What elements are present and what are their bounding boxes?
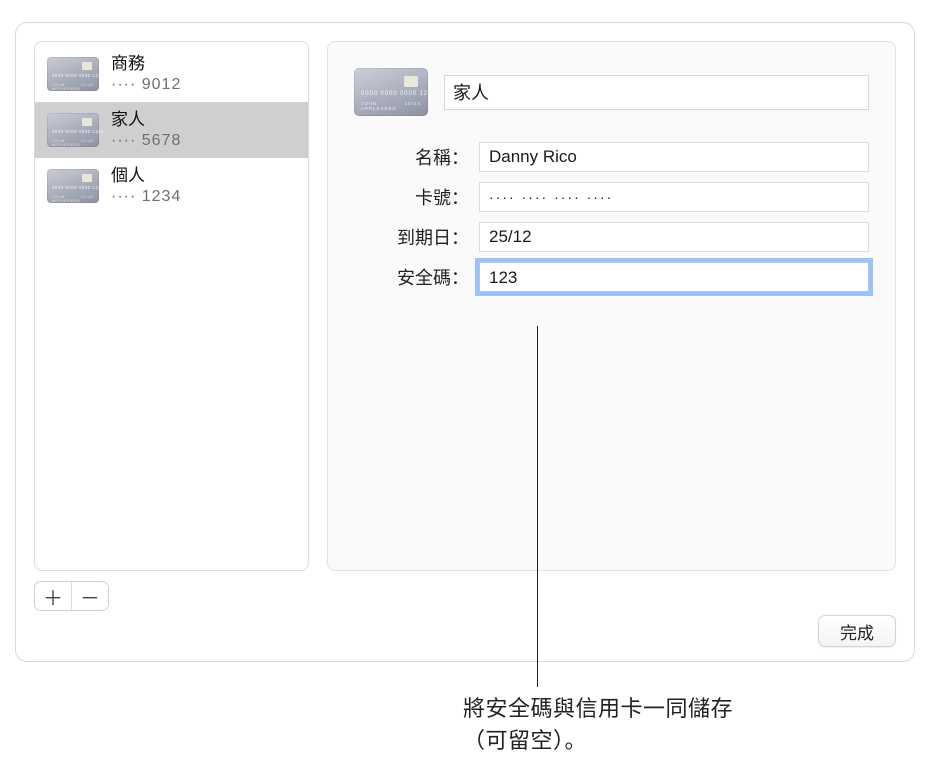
card-item-family[interactable]: 0000 0000 0000 1234 JOHN APPLESEED10/24 … (35, 102, 308, 158)
card-item-title: 商務 (111, 53, 181, 74)
remove-card-button[interactable]: － (72, 582, 108, 610)
content-row: 0000 0000 0000 1234 JOHN APPLESEED10/24 … (34, 41, 896, 571)
expiry-input[interactable] (479, 222, 869, 252)
title-row: 0000 0000 0000 1234 JOHN APPLESEED10/24 (354, 68, 869, 116)
card-item-subtitle: ···· 5678 (111, 131, 181, 151)
card-item-subtitle: ···· 1234 (111, 187, 181, 207)
card-item-subtitle: ···· 9012 (111, 75, 181, 95)
name-label: 名稱： (354, 144, 469, 170)
add-card-button[interactable]: ＋ (35, 582, 71, 610)
card-item-title: 家人 (111, 109, 181, 130)
form-rows: 名稱： 卡號： 到期日： 安全碼： 123 (354, 142, 869, 292)
cvv-label: 安全碼： (354, 264, 469, 290)
credit-card-large-icon: 0000 0000 0000 1234 JOHN APPLESEED10/24 (354, 68, 428, 116)
card-detail-panel: 0000 0000 0000 1234 JOHN APPLESEED10/24 … (327, 41, 896, 571)
callout-line-1: 將安全碼與信用卡一同儲存 (463, 696, 733, 721)
expiry-label: 到期日： (354, 224, 469, 250)
callout-leader-line (537, 326, 538, 687)
credit-card-icon: 0000 0000 0000 1234 JOHN APPLESEED10/24 (47, 57, 99, 91)
cvv-input[interactable]: 123 (479, 262, 869, 292)
autofill-cards-window: 0000 0000 0000 1234 JOHN APPLESEED10/24 … (15, 22, 915, 662)
card-list: 0000 0000 0000 1234 JOHN APPLESEED10/24 … (34, 41, 309, 571)
card-description-input[interactable] (444, 75, 869, 110)
cvv-input-wrapper[interactable]: 123 (479, 262, 869, 292)
credit-card-icon: 0000 0000 0000 1234 JOHN APPLESEED10/24 (47, 169, 99, 203)
card-item-title: 個人 (111, 165, 181, 186)
card-item-personal[interactable]: 0000 0000 0000 1234 JOHN APPLESEED10/24 … (35, 158, 308, 214)
credit-card-icon: 0000 0000 0000 1234 JOHN APPLESEED10/24 (47, 113, 99, 147)
cardholder-name-input[interactable] (479, 142, 869, 172)
number-label: 卡號： (354, 184, 469, 210)
done-button[interactable]: 完成 (818, 615, 896, 647)
callout-line-2: （可留空）。 (463, 728, 587, 753)
callout-text: 將安全碼與信用卡一同儲存 （可留空）。 (463, 693, 863, 757)
card-number-input[interactable] (479, 182, 869, 212)
add-remove-control: ＋ － (34, 581, 109, 611)
card-item-business[interactable]: 0000 0000 0000 1234 JOHN APPLESEED10/24 … (35, 46, 308, 102)
